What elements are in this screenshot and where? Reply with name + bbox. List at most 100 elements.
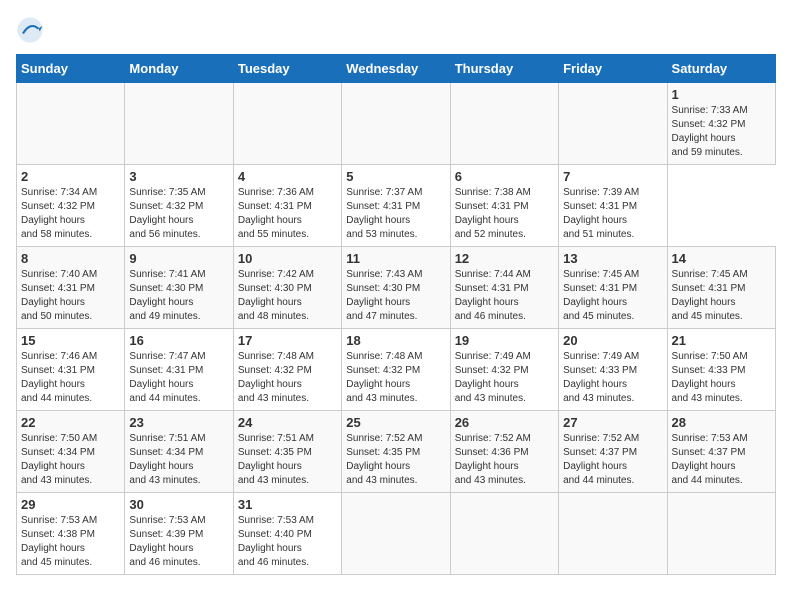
day-info: Sunrise: 7:51 AMSunset: 4:34 PMDaylight … xyxy=(129,432,228,488)
calendar-cell: 27 Sunrise: 7:52 AMSunset: 4:37 PMDayligh… xyxy=(559,411,667,493)
day-number: 16 xyxy=(129,333,228,348)
day-info: Sunrise: 7:48 AMSunset: 4:32 PMDaylight … xyxy=(346,350,445,406)
header-tuesday: Tuesday xyxy=(233,55,341,83)
day-info: Sunrise: 7:49 AMSunset: 4:32 PMDaylight … xyxy=(455,350,554,406)
calendar-cell: 5 Sunrise: 7:37 AMSunset: 4:31 PMDaylight… xyxy=(342,165,450,247)
calendar-cell xyxy=(233,83,341,165)
calendar-cell xyxy=(17,83,125,165)
day-number: 14 xyxy=(672,251,771,266)
calendar-cell: 14Sunrise: 7:45 AMSunset: 4:31 PMDayligh… xyxy=(667,247,775,329)
day-info: Sunrise: 7:37 AMSunset: 4:31 PMDaylight … xyxy=(346,186,445,242)
calendar-cell: 4 Sunrise: 7:36 AMSunset: 4:31 PMDaylight… xyxy=(233,165,341,247)
calendar-cell xyxy=(450,493,558,575)
calendar-week-row: 22 Sunrise: 7:50 AMSunset: 4:34 PMDayligh… xyxy=(17,411,776,493)
calendar-week-row: 2 Sunrise: 7:34 AMSunset: 4:32 PMDaylight… xyxy=(17,165,776,247)
day-info: Sunrise: 7:53 AMSunset: 4:38 PMDaylight … xyxy=(21,514,120,570)
day-info: Sunrise: 7:52 AMSunset: 4:36 PMDaylight … xyxy=(455,432,554,488)
calendar-cell: 21Sunrise: 7:50 AMSunset: 4:33 PMDayligh… xyxy=(667,329,775,411)
calendar-cell: 9 Sunrise: 7:41 AMSunset: 4:30 PMDaylight… xyxy=(125,247,233,329)
day-number: 2 xyxy=(21,169,120,184)
header-sunday: Sunday xyxy=(17,55,125,83)
calendar-week-row: 1 Sunrise: 7:33 AMSunset: 4:32 PMDaylight… xyxy=(17,83,776,165)
calendar-week-row: 29 Sunrise: 7:53 AMSunset: 4:38 PMDayligh… xyxy=(17,493,776,575)
calendar-table: SundayMondayTuesdayWednesdayThursdayFrid… xyxy=(16,54,776,575)
calendar-cell: 6Sunrise: 7:38 AMSunset: 4:31 PMDaylight… xyxy=(450,165,558,247)
calendar-cell xyxy=(667,493,775,575)
page-header xyxy=(16,16,776,44)
day-number: 22 xyxy=(21,415,120,430)
day-number: 8 xyxy=(21,251,120,266)
calendar-cell: 3 Sunrise: 7:35 AMSunset: 4:32 PMDaylight… xyxy=(125,165,233,247)
day-number: 18 xyxy=(346,333,445,348)
calendar-cell: 23 Sunrise: 7:51 AMSunset: 4:34 PMDayligh… xyxy=(125,411,233,493)
day-info: Sunrise: 7:34 AMSunset: 4:32 PMDaylight … xyxy=(21,186,120,242)
calendar-cell: 1 Sunrise: 7:33 AMSunset: 4:32 PMDaylight… xyxy=(667,83,775,165)
day-info: Sunrise: 7:41 AMSunset: 4:30 PMDaylight … xyxy=(129,268,228,324)
day-info: Sunrise: 7:38 AMSunset: 4:31 PMDaylight … xyxy=(455,186,554,242)
day-info: Sunrise: 7:46 AMSunset: 4:31 PMDaylight … xyxy=(21,350,120,406)
calendar-cell: 20 Sunrise: 7:49 AMSunset: 4:33 PMDayligh… xyxy=(559,329,667,411)
day-info: Sunrise: 7:49 AMSunset: 4:33 PMDaylight … xyxy=(563,350,662,406)
calendar-cell: 10 Sunrise: 7:42 AMSunset: 4:30 PMDayligh… xyxy=(233,247,341,329)
day-number: 15 xyxy=(21,333,120,348)
day-info: Sunrise: 7:33 AMSunset: 4:32 PMDaylight … xyxy=(672,104,771,160)
calendar-cell xyxy=(342,83,450,165)
calendar-cell: 29 Sunrise: 7:53 AMSunset: 4:38 PMDayligh… xyxy=(17,493,125,575)
calendar-cell: 31 Sunrise: 7:53 AMSunset: 4:40 PMDayligh… xyxy=(233,493,341,575)
day-info: Sunrise: 7:53 AMSunset: 4:39 PMDaylight … xyxy=(129,514,228,570)
calendar-cell: 26 Sunrise: 7:52 AMSunset: 4:36 PMDayligh… xyxy=(450,411,558,493)
calendar-cell: 25Sunrise: 7:52 AMSunset: 4:35 PMDayligh… xyxy=(342,411,450,493)
calendar-header-row: SundayMondayTuesdayWednesdayThursdayFrid… xyxy=(17,55,776,83)
day-number: 23 xyxy=(129,415,228,430)
day-info: Sunrise: 7:52 AMSunset: 4:37 PMDaylight … xyxy=(563,432,662,488)
day-number: 4 xyxy=(238,169,337,184)
calendar-cell xyxy=(125,83,233,165)
day-info: Sunrise: 7:42 AMSunset: 4:30 PMDaylight … xyxy=(238,268,337,324)
calendar-cell xyxy=(559,493,667,575)
header-friday: Friday xyxy=(559,55,667,83)
day-number: 29 xyxy=(21,497,120,512)
day-number: 10 xyxy=(238,251,337,266)
day-number: 7 xyxy=(563,169,662,184)
day-info: Sunrise: 7:35 AMSunset: 4:32 PMDaylight … xyxy=(129,186,228,242)
day-number: 27 xyxy=(563,415,662,430)
day-number: 24 xyxy=(238,415,337,430)
day-info: Sunrise: 7:51 AMSunset: 4:35 PMDaylight … xyxy=(238,432,337,488)
day-number: 5 xyxy=(346,169,445,184)
calendar-cell: 17Sunrise: 7:48 AMSunset: 4:32 PMDayligh… xyxy=(233,329,341,411)
calendar-cell: 16 Sunrise: 7:47 AMSunset: 4:31 PMDayligh… xyxy=(125,329,233,411)
calendar-cell: 2 Sunrise: 7:34 AMSunset: 4:32 PMDaylight… xyxy=(17,165,125,247)
header-wednesday: Wednesday xyxy=(342,55,450,83)
day-info: Sunrise: 7:45 AMSunset: 4:31 PMDaylight … xyxy=(563,268,662,324)
calendar-cell: 19Sunrise: 7:49 AMSunset: 4:32 PMDayligh… xyxy=(450,329,558,411)
day-info: Sunrise: 7:53 AMSunset: 4:40 PMDaylight … xyxy=(238,514,337,570)
day-info: Sunrise: 7:50 AMSunset: 4:34 PMDaylight … xyxy=(21,432,120,488)
day-number: 13 xyxy=(563,251,662,266)
day-info: Sunrise: 7:52 AMSunset: 4:35 PMDaylight … xyxy=(346,432,445,488)
header-saturday: Saturday xyxy=(667,55,775,83)
calendar-cell xyxy=(559,83,667,165)
calendar-cell: 13 Sunrise: 7:45 AMSunset: 4:31 PMDayligh… xyxy=(559,247,667,329)
day-number: 31 xyxy=(238,497,337,512)
day-info: Sunrise: 7:36 AMSunset: 4:31 PMDaylight … xyxy=(238,186,337,242)
header-thursday: Thursday xyxy=(450,55,558,83)
day-number: 20 xyxy=(563,333,662,348)
day-number: 1 xyxy=(672,87,771,102)
day-number: 12 xyxy=(455,251,554,266)
day-info: Sunrise: 7:43 AMSunset: 4:30 PMDaylight … xyxy=(346,268,445,324)
calendar-week-row: 15 Sunrise: 7:46 AMSunset: 4:31 PMDayligh… xyxy=(17,329,776,411)
calendar-cell: 8Sunrise: 7:40 AMSunset: 4:31 PMDaylight… xyxy=(17,247,125,329)
day-info: Sunrise: 7:48 AMSunset: 4:32 PMDaylight … xyxy=(238,350,337,406)
calendar-cell: 24 Sunrise: 7:51 AMSunset: 4:35 PMDayligh… xyxy=(233,411,341,493)
day-number: 3 xyxy=(129,169,228,184)
day-info: Sunrise: 7:47 AMSunset: 4:31 PMDaylight … xyxy=(129,350,228,406)
day-info: Sunrise: 7:53 AMSunset: 4:37 PMDaylight … xyxy=(672,432,771,488)
logo xyxy=(16,16,48,44)
header-monday: Monday xyxy=(125,55,233,83)
day-number: 9 xyxy=(129,251,228,266)
calendar-cell: 22 Sunrise: 7:50 AMSunset: 4:34 PMDayligh… xyxy=(17,411,125,493)
calendar-week-row: 8Sunrise: 7:40 AMSunset: 4:31 PMDaylight… xyxy=(17,247,776,329)
day-number: 26 xyxy=(455,415,554,430)
calendar-cell: 7Sunrise: 7:39 AMSunset: 4:31 PMDaylight… xyxy=(559,165,667,247)
calendar-cell: 11Sunrise: 7:43 AMSunset: 4:30 PMDayligh… xyxy=(342,247,450,329)
